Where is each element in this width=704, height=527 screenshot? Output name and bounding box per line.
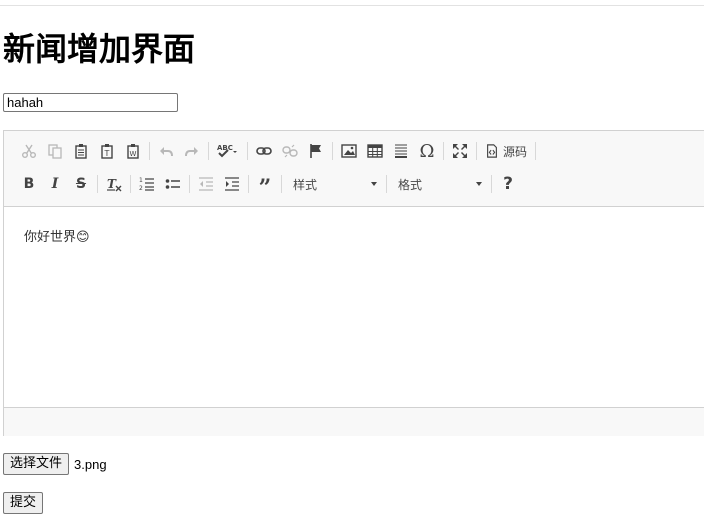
toolbar-separator — [332, 142, 333, 160]
image-icon[interactable] — [336, 138, 362, 164]
toolbar-separator — [97, 175, 98, 193]
selected-file-name: 3.png — [74, 456, 107, 472]
special-char-icon[interactable]: Ω — [414, 138, 440, 164]
editor-content-area[interactable]: 你好世界😊 — [4, 207, 704, 406]
page-title: 新闻增加界面 — [3, 30, 196, 68]
toolbar-row-2: B I S T 12 ” 样式 格式 ? — [16, 171, 521, 201]
source-icon — [487, 144, 497, 158]
svg-text:T: T — [107, 177, 117, 191]
format-dropdown-label: 格式 — [398, 177, 423, 192]
copy-icon[interactable] — [42, 138, 68, 164]
unlink-icon[interactable] — [277, 138, 303, 164]
toolbar-separator — [247, 142, 248, 160]
editor-toolbar: T W ABC Ω 源码 B I S T 1 2 ” 样式 格式 ? — [4, 131, 704, 207]
svg-text:2: 2 — [139, 185, 143, 192]
toolbar-separator — [149, 142, 150, 160]
undo-icon[interactable] — [153, 138, 179, 164]
top-divider — [0, 5, 704, 6]
indent-icon[interactable] — [219, 171, 245, 197]
numbered-list-icon[interactable]: 12 — [134, 171, 160, 197]
submit-button[interactable]: 提交 — [3, 492, 44, 514]
chevron-down-icon — [476, 182, 482, 186]
anchor-flag-icon[interactable] — [303, 138, 329, 164]
link-icon[interactable] — [251, 138, 277, 164]
strikethrough-icon[interactable]: S — [68, 171, 94, 197]
choose-file-button[interactable]: 选择文件 — [3, 453, 70, 475]
svg-text:1: 1 — [139, 177, 143, 184]
horizontal-rule-icon[interactable] — [388, 138, 414, 164]
toolbar-separator — [281, 175, 282, 193]
toolbar-separator — [491, 175, 492, 193]
bulleted-list-icon[interactable] — [160, 171, 186, 197]
source-label: 源码 — [503, 144, 528, 159]
toolbar-separator — [130, 175, 131, 193]
bold-icon[interactable]: B — [16, 171, 42, 197]
file-upload-row: 选择文件 3.png — [3, 453, 107, 475]
italic-icon[interactable]: I — [42, 171, 68, 197]
toolbar-separator — [476, 142, 477, 160]
styles-dropdown-label: 样式 — [293, 177, 318, 192]
redo-icon[interactable] — [179, 138, 205, 164]
toolbar-separator — [248, 175, 249, 193]
rich-text-editor: T W ABC Ω 源码 B I S T 1 2 ” 样式 格式 ? 你好世界😊 — [3, 130, 704, 436]
table-icon[interactable] — [362, 138, 388, 164]
remove-format-icon[interactable]: T — [101, 171, 127, 197]
toolbar-separator — [189, 175, 190, 193]
toolbar-separator — [386, 175, 387, 193]
chevron-down-icon — [371, 182, 377, 186]
blockquote-icon[interactable]: ” — [252, 167, 278, 201]
spellcheck-icon[interactable]: ABC — [212, 138, 244, 164]
svg-text:T: T — [104, 149, 110, 158]
styles-dropdown[interactable]: 样式 — [285, 173, 383, 195]
format-dropdown[interactable]: 格式 — [390, 173, 488, 195]
svg-text:W: W — [130, 150, 137, 158]
outdent-icon[interactable] — [193, 171, 219, 197]
toolbar-separator — [443, 142, 444, 160]
source-button[interactable]: 源码 — [480, 138, 532, 164]
paste-icon[interactable] — [68, 138, 94, 164]
cut-icon[interactable] — [16, 138, 42, 164]
help-icon[interactable]: ? — [495, 171, 521, 197]
paste-text-icon[interactable]: T — [94, 138, 120, 164]
news-title-input[interactable] — [3, 93, 178, 112]
toolbar-separator — [208, 142, 209, 160]
toolbar-separator — [535, 142, 537, 160]
editor-content-text: 你好世界😊 — [24, 230, 90, 245]
toolbar-row-1: T W ABC Ω 源码 — [16, 138, 539, 164]
editor-statusbar — [4, 407, 704, 436]
svg-text:ABC: ABC — [217, 144, 233, 152]
maximize-icon[interactable] — [447, 138, 473, 164]
paste-word-icon[interactable]: W — [120, 138, 146, 164]
